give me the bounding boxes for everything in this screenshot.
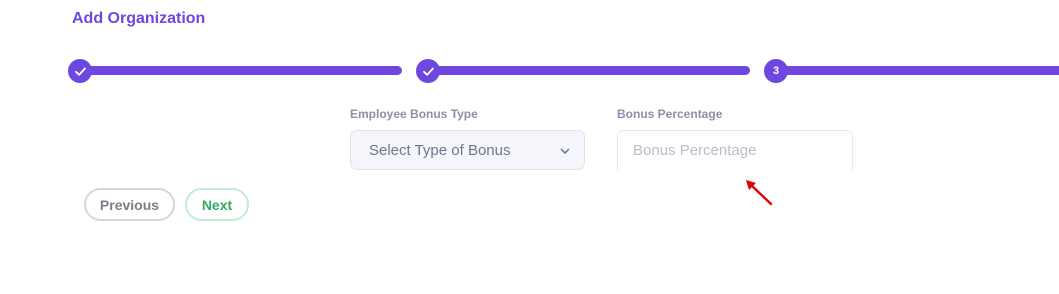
bonus-percentage-input[interactable] <box>617 130 853 170</box>
bonus-type-label: Employee Bonus Type <box>350 107 478 121</box>
previous-button[interactable]: Previous <box>84 188 175 221</box>
red-arrow-pointer-icon <box>746 180 773 206</box>
step-2-progress-bar <box>428 66 750 75</box>
step-1-progress-bar <box>80 66 402 75</box>
add-organization-page: Add Organization 3 Employee Bonus Type S… <box>0 0 1059 294</box>
bonus-percentage-label: Bonus Percentage <box>617 107 723 121</box>
step-3-progress-bar <box>776 66 1059 75</box>
step-1-indicator[interactable] <box>68 59 92 83</box>
bonus-type-select[interactable]: Select Type of Bonus <box>350 130 585 170</box>
page-title: Add Organization <box>72 10 206 27</box>
chevron-down-icon <box>560 148 570 154</box>
check-icon <box>422 67 434 76</box>
step-3-number: 3 <box>772 65 780 77</box>
next-button[interactable]: Next <box>185 188 249 221</box>
step-3-indicator[interactable]: 3 <box>764 59 788 83</box>
bonus-type-value: Select Type of Bonus <box>369 141 511 159</box>
check-icon <box>74 67 86 76</box>
step-2-indicator[interactable] <box>416 59 440 83</box>
